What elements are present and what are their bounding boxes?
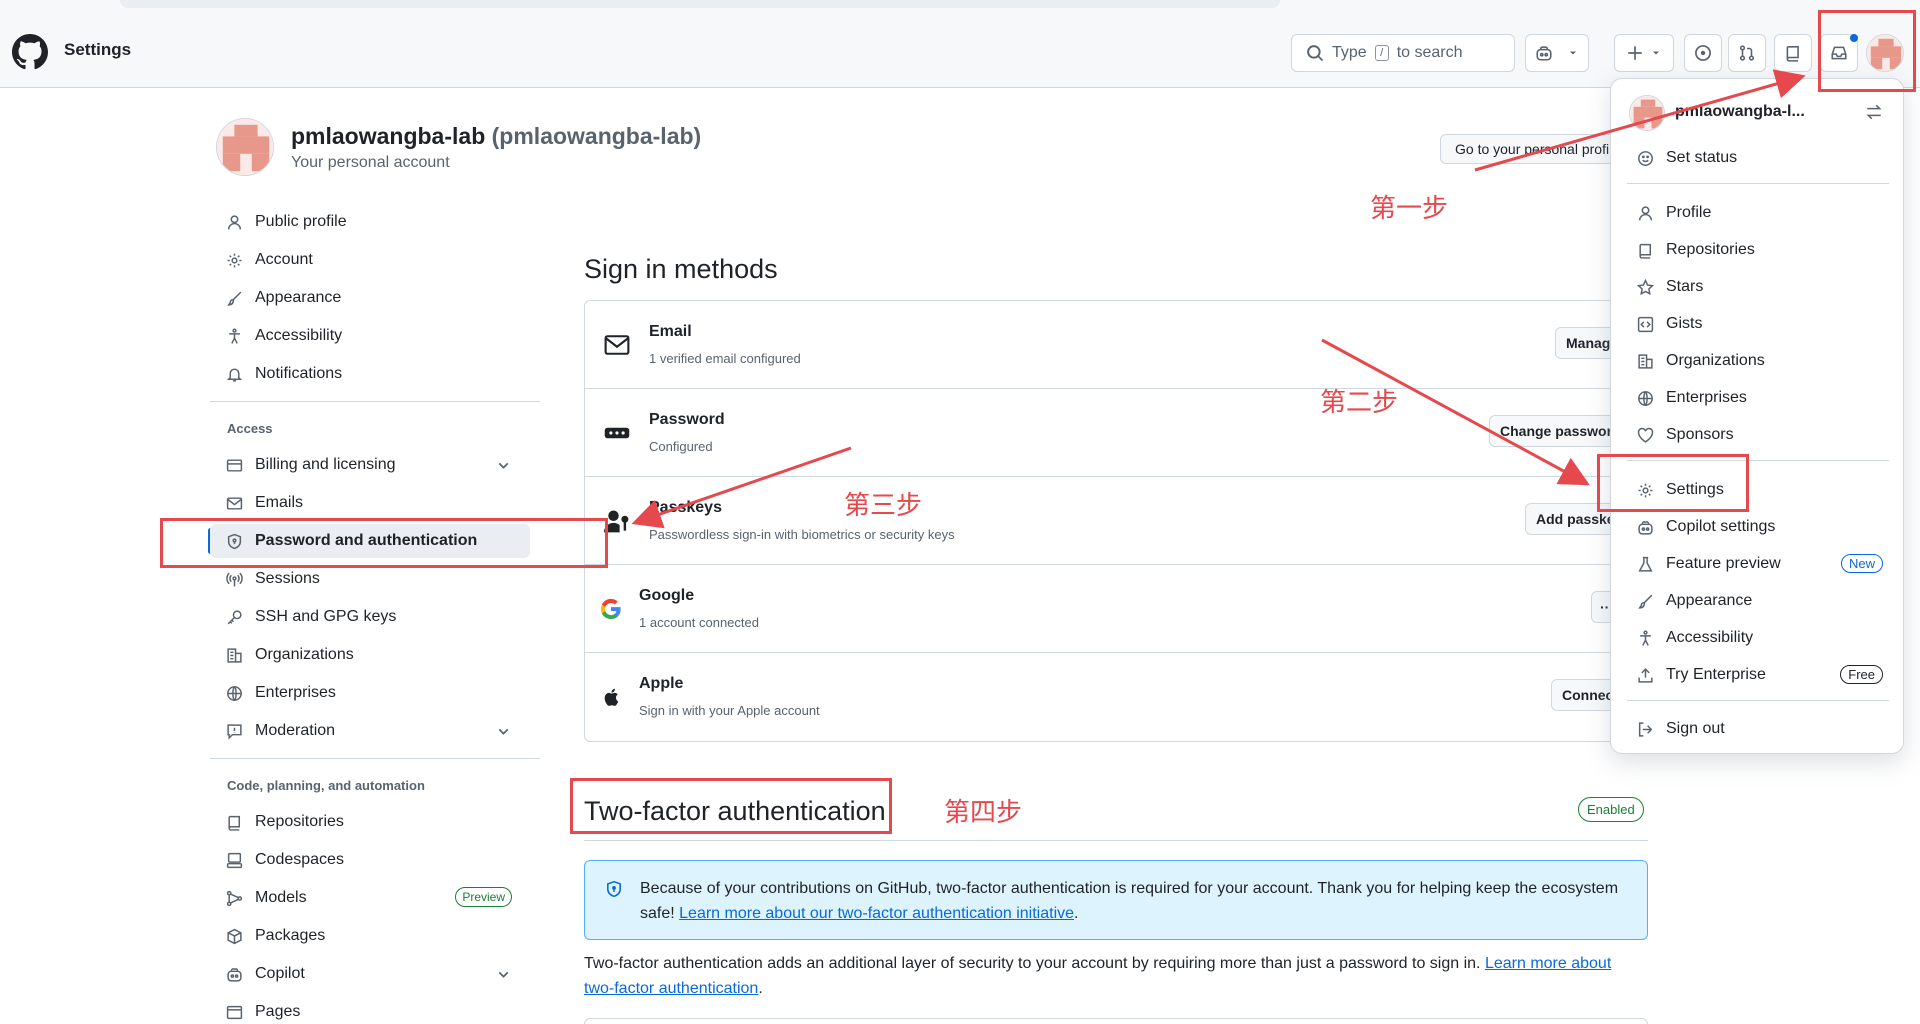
annotation-step4-label: 第四步	[944, 798, 1023, 828]
annotation-arrows	[631, 69, 1806, 529]
arrow-step3	[631, 446, 852, 529]
annotation-step3-label: 第三步	[844, 491, 923, 521]
annotation-step1-label: 第一步	[1370, 194, 1449, 224]
arrow-step1	[1474, 69, 1806, 172]
annotation-step2-label: 第二步	[1320, 388, 1399, 418]
